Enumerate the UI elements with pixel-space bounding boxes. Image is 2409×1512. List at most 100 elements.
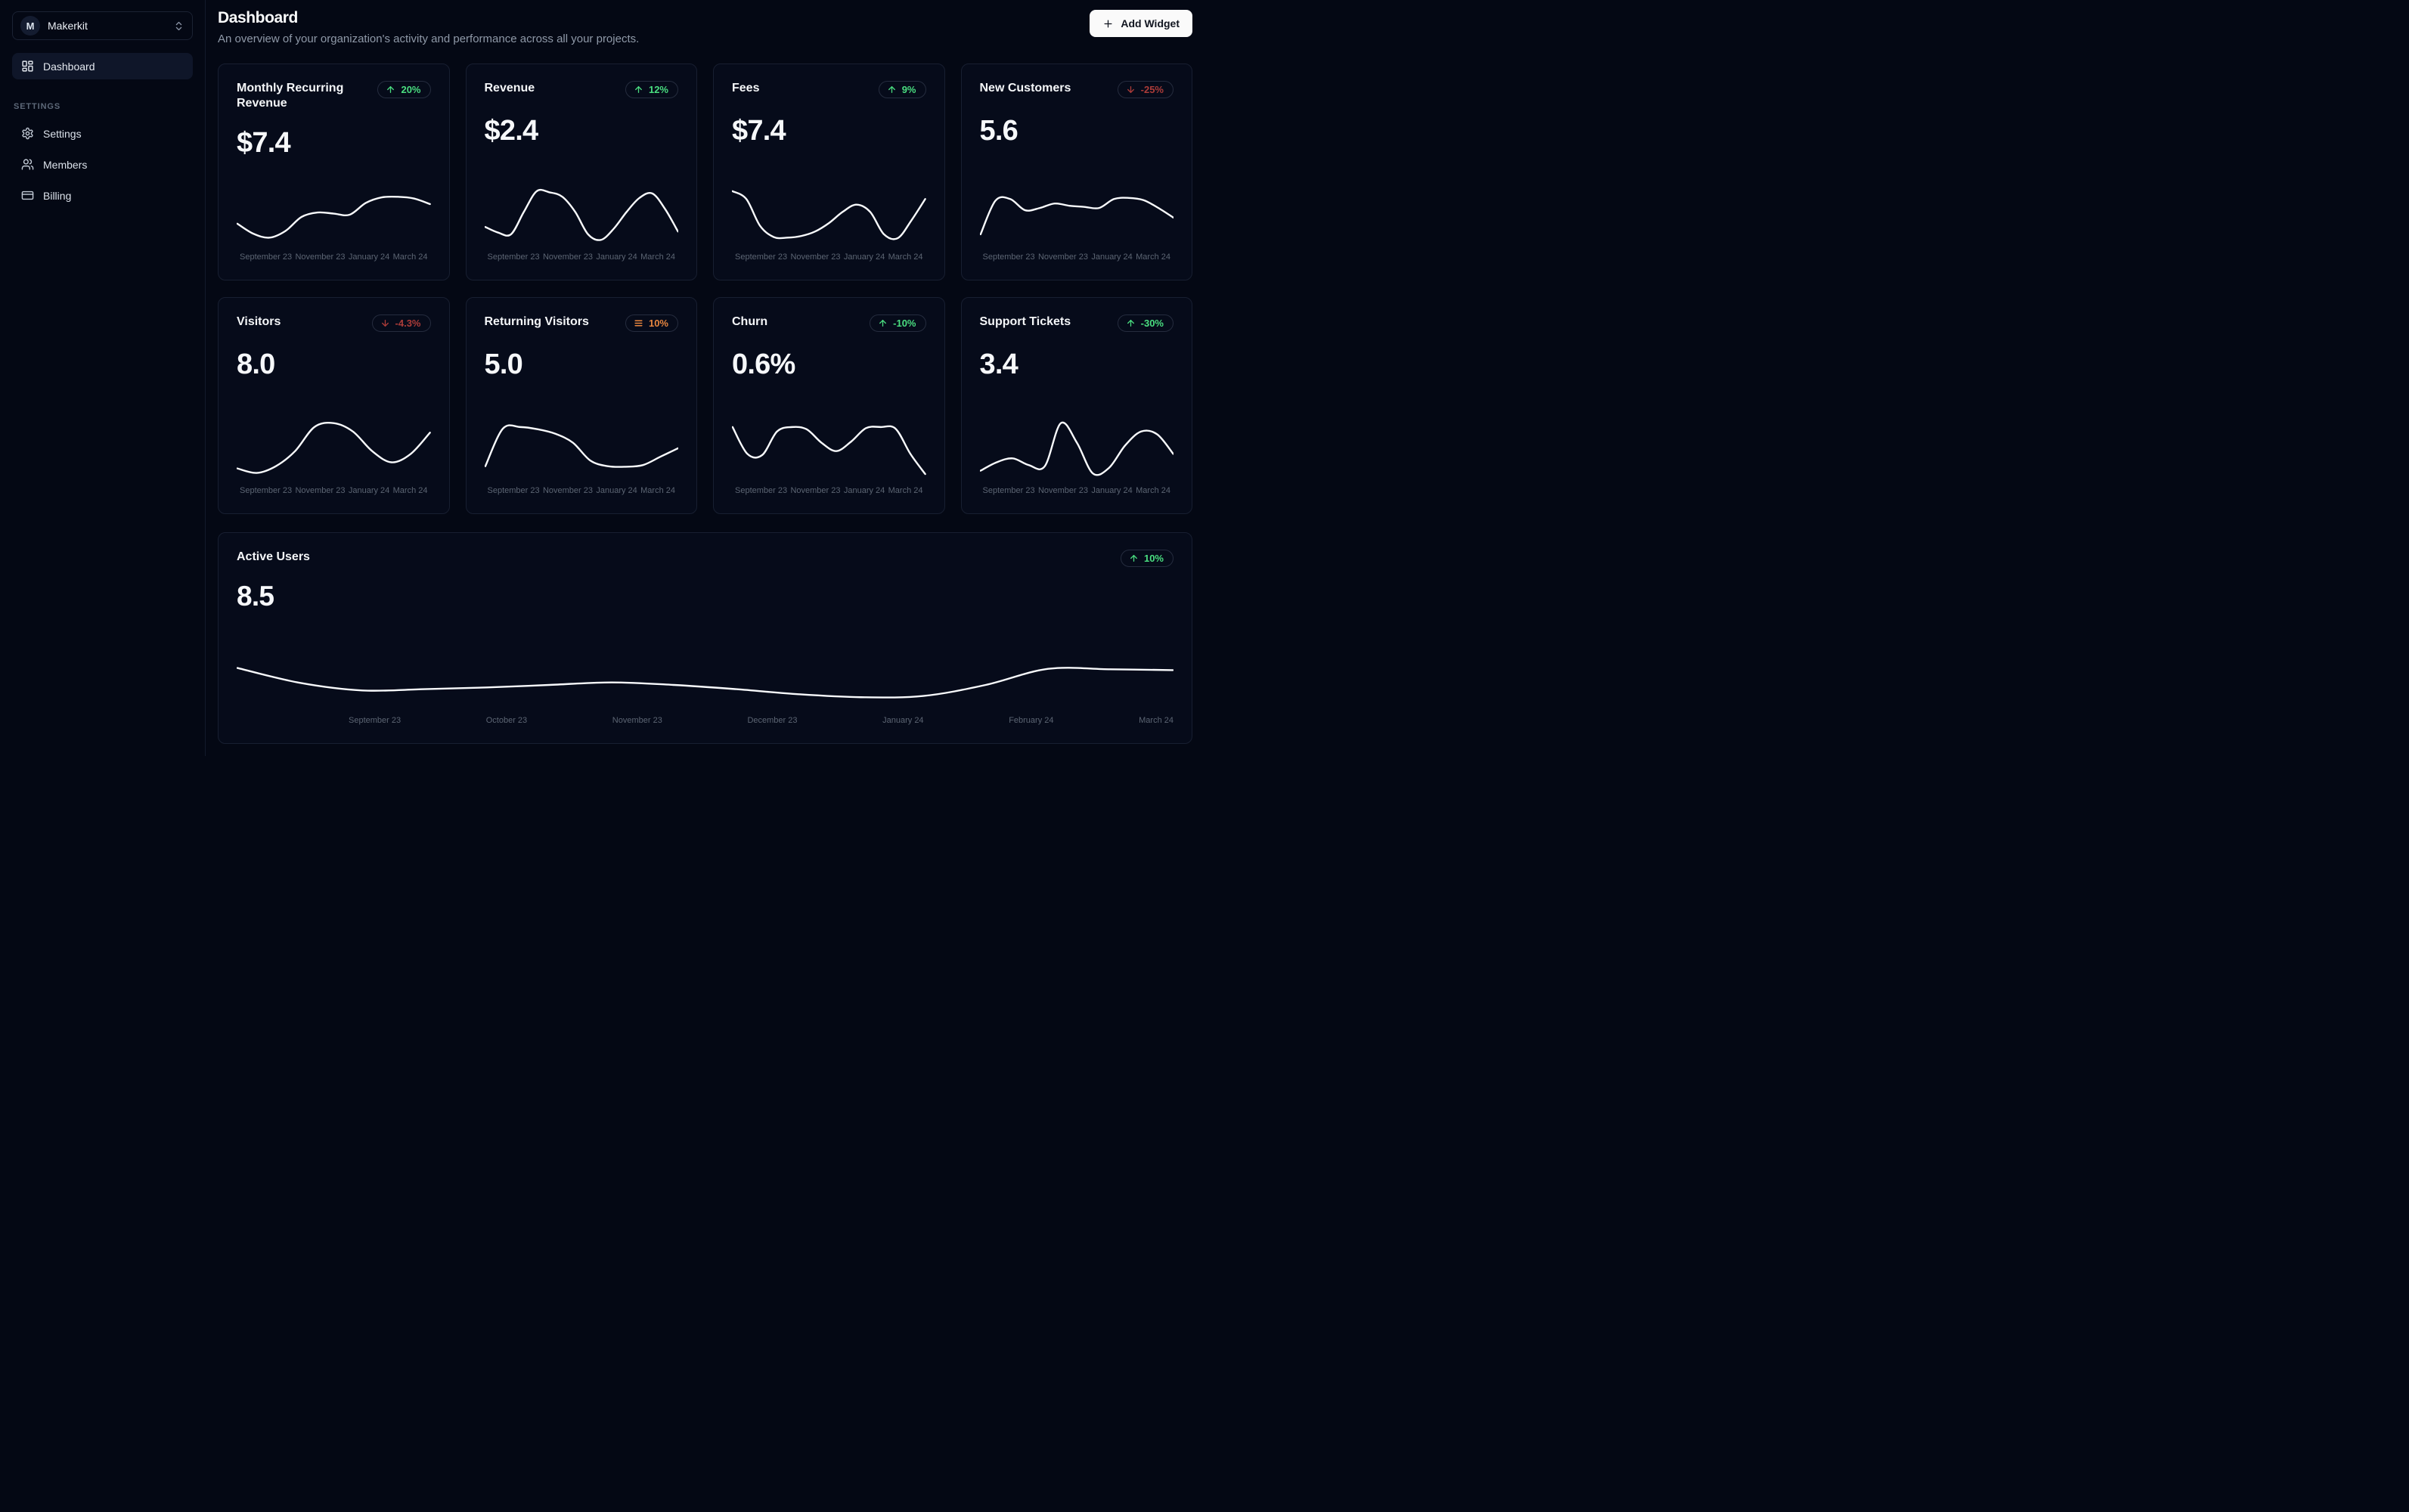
x-axis-label: March 24 xyxy=(392,486,428,495)
sparkline-chart xyxy=(485,184,679,246)
sidebar-item-label: Billing xyxy=(43,189,72,202)
stat-card-value: 8.0 xyxy=(237,349,275,380)
gear-icon xyxy=(21,127,34,140)
stat-card: New Customers -25% 5.6 September 23 Novem… xyxy=(960,64,1192,280)
stat-card-header: Visitors -4.3% xyxy=(237,314,431,332)
trend-badge: -25% xyxy=(1117,81,1173,98)
add-widget-button[interactable]: Add Widget xyxy=(1090,10,1192,37)
x-axis-label: September 23 xyxy=(487,253,540,262)
stat-card-header: Active Users 10% xyxy=(237,550,1173,567)
x-axis-label: January 24 xyxy=(1091,486,1133,495)
trend-badge: 20% xyxy=(377,81,431,98)
stat-card-value: 0.6% xyxy=(732,349,795,380)
stat-card: Returning Visitors 10% 5.0 September 23 N… xyxy=(465,297,697,514)
stat-card-header: Churn -10% xyxy=(732,314,926,332)
x-axis-label: March 24 xyxy=(1139,716,1173,725)
page-title: Dashboard xyxy=(218,9,298,26)
sidebar-nav: Dashboard xyxy=(12,53,193,79)
x-axis-label: March 24 xyxy=(888,253,923,262)
trend-badge: 10% xyxy=(625,314,678,332)
stat-card: Fees 9% $7.4 September 23 November 23 Janu… xyxy=(713,64,945,280)
x-axis-labels: September 23 November 23 January 24 March 2… xyxy=(732,253,926,262)
main-content: Dashboard An overview of your organizati… xyxy=(206,0,1204,756)
settings-section-heading: SETTINGS xyxy=(14,102,61,111)
x-axis-label: October 23 xyxy=(485,716,528,725)
workspace-name: Makerkit xyxy=(48,20,88,32)
stat-card-header: Revenue 12% xyxy=(485,81,678,98)
x-axis-labels: September 23 November 23 January 24 March 2… xyxy=(732,486,926,495)
stat-card-value: 5.6 xyxy=(979,115,1018,147)
arrow-down-icon xyxy=(380,318,390,328)
menu-icon xyxy=(634,318,643,328)
sidebar-item-label: Dashboard xyxy=(43,60,95,73)
sparkline-chart xyxy=(237,417,431,479)
x-axis-label: March 24 xyxy=(640,486,675,495)
page-subtitle: An overview of your organization's activ… xyxy=(218,33,640,45)
plus-icon xyxy=(1102,18,1114,29)
x-axis-label: November 23 xyxy=(542,486,593,495)
stat-card-title: Monthly Recurring Revenue xyxy=(237,82,344,110)
sparkline-chart xyxy=(237,184,431,246)
stat-card-title: Active Users xyxy=(237,550,310,563)
sidebar-item-members[interactable]: Members xyxy=(12,151,193,178)
x-axis-labels: September 23 November 23 January 24 March 2… xyxy=(237,486,431,495)
x-axis-labels: September 23 November 23 January 24 March 2… xyxy=(237,253,431,262)
x-axis-labels: September 23 October 23 November 23 Decembe… xyxy=(237,716,1173,725)
trend-badge: 9% xyxy=(878,81,926,98)
x-axis-label: March 24 xyxy=(392,253,428,262)
workspace-avatar: M xyxy=(20,16,40,36)
sidebar-item-label: Settings xyxy=(43,127,82,140)
x-axis-labels: September 23 November 23 January 24 March 2… xyxy=(980,486,1174,495)
sparkline-chart xyxy=(732,184,926,246)
sidebar-item-settings[interactable]: Settings xyxy=(12,120,193,147)
x-axis-label: January 24 xyxy=(348,253,390,262)
stat-card-header: Monthly Recurring Revenue 20% xyxy=(237,81,431,110)
x-axis-label: February 24 xyxy=(1009,716,1054,725)
sparkline-chart xyxy=(237,661,1173,709)
arrow-up-icon xyxy=(887,85,897,94)
x-axis-label: March 24 xyxy=(640,253,675,262)
stat-card: Revenue 12% $2.4 September 23 November 23… xyxy=(465,64,697,280)
arrow-up-icon xyxy=(1126,318,1136,328)
x-axis-label: November 23 xyxy=(1037,253,1088,262)
x-axis-label: January 24 xyxy=(843,486,885,495)
chevrons-up-down-icon xyxy=(173,20,184,32)
x-axis-label: January 24 xyxy=(1091,253,1133,262)
stat-card-value: 5.0 xyxy=(484,349,523,380)
x-axis-label: November 23 xyxy=(790,486,841,495)
x-axis-label: September 23 xyxy=(982,486,1035,495)
stat-card: Churn -10% 0.6% September 23 November 23 J… xyxy=(713,297,945,514)
credit-card-icon xyxy=(21,189,34,202)
stat-card: Support Tickets -30% 3.4 September 23 Nov… xyxy=(960,297,1192,514)
trend-value: -10% xyxy=(893,318,916,329)
stat-card: Active Users 10% 8.5 September 23 October… xyxy=(218,532,1192,744)
stat-card-title: Churn xyxy=(732,315,768,328)
stat-card-title: Visitors xyxy=(237,315,281,328)
x-axis-label: November 23 xyxy=(612,716,662,725)
workspace-switcher[interactable]: M Makerkit xyxy=(12,11,193,40)
x-axis-label: March 24 xyxy=(1136,486,1170,495)
x-axis-label: January 24 xyxy=(843,253,885,262)
sidebar-item-billing[interactable]: Billing xyxy=(12,182,193,209)
settings-section: Settings Members Billing xyxy=(12,120,193,209)
sidebar-item-dashboard[interactable]: Dashboard xyxy=(12,53,193,79)
x-axis-label: September 23 xyxy=(240,253,293,262)
stat-card-header: Fees 9% xyxy=(732,81,926,98)
x-axis-label: March 24 xyxy=(1136,253,1170,262)
trend-badge: -30% xyxy=(1117,314,1173,332)
layout-dashboard-icon xyxy=(21,60,34,73)
sidebar: M Makerkit Dashboard SETTINGS Settings M… xyxy=(0,0,206,756)
x-axis-labels: September 23 November 23 January 24 March 2… xyxy=(980,253,1174,262)
stat-card-value: $7.4 xyxy=(732,115,786,147)
x-axis-label: September 23 xyxy=(735,486,788,495)
trend-badge: -4.3% xyxy=(371,314,431,332)
trend-badge: 10% xyxy=(1120,550,1173,567)
stat-card-header: Returning Visitors 10% xyxy=(485,314,678,332)
trend-value: -30% xyxy=(1140,318,1164,329)
x-axis-label: January 24 xyxy=(596,253,637,262)
arrow-down-icon xyxy=(1126,85,1136,94)
trend-badge: 12% xyxy=(625,81,678,98)
x-axis-label: September 23 xyxy=(240,486,293,495)
stat-card-value: $2.4 xyxy=(484,115,539,147)
x-axis-labels: September 23 November 23 January 24 March 2… xyxy=(485,486,679,495)
